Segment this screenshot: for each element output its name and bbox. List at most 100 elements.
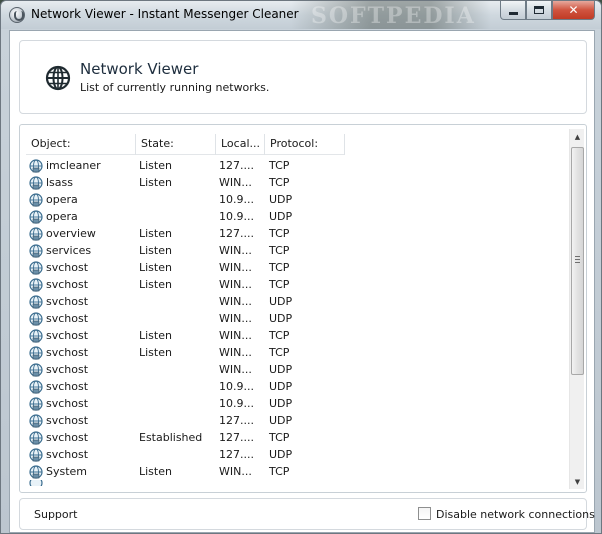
scrollbar-grip-icon	[575, 256, 580, 263]
column-header-state[interactable]: State:	[136, 134, 216, 155]
list-item[interactable]: svchost Listen WIN... TCP	[26, 259, 562, 276]
client-area: Network Viewer List of currently running…	[9, 30, 595, 533]
header-panel: Network Viewer List of currently running…	[19, 40, 587, 114]
list-item[interactable]: svchost Established 127.... TCP	[26, 429, 562, 446]
network-globe-icon	[29, 328, 43, 343]
network-globe-icon	[29, 226, 43, 241]
cell-protocol: UDP	[269, 363, 293, 376]
cell-object: System	[26, 464, 136, 479]
disable-network-label[interactable]: Disable network connections	[436, 508, 595, 521]
app-window: Network Viewer - Instant Messenger Clean…	[0, 0, 602, 534]
list-rows: imcleaner Listen 127.... TCP lsass Listen WIN.…	[26, 157, 562, 480]
close-button[interactable]: ✕	[552, 1, 595, 20]
network-globe-icon	[29, 243, 43, 258]
network-globe-icon	[29, 413, 43, 428]
list-item[interactable]: svchost 10.9... UDP	[26, 395, 562, 412]
network-globe-icon	[29, 192, 43, 207]
maximize-button[interactable]	[526, 1, 552, 20]
cell-protocol: UDP	[269, 193, 293, 206]
network-globe-icon	[29, 447, 43, 462]
title-bar[interactable]: Network Viewer - Instant Messenger Clean…	[1, 1, 601, 29]
list-item[interactable]: svchost WIN... UDP	[26, 361, 562, 378]
cell-local: WIN...	[219, 244, 252, 257]
object-name: System	[46, 465, 88, 478]
scroll-up-arrow-icon[interactable]: ▲	[570, 129, 585, 144]
network-globe-icon	[29, 209, 43, 224]
network-list[interactable]: Object: State: Local... Protocol: imclea…	[19, 124, 587, 493]
list-item[interactable]: svchost Listen WIN... TCP	[26, 344, 562, 361]
list-item[interactable]: svchost Listen WIN... TCP	[26, 327, 562, 344]
object-name: svchost	[46, 448, 89, 461]
cell-protocol: TCP	[269, 278, 290, 291]
cell-local: WIN...	[219, 346, 252, 359]
list-item[interactable]: opera 10.9... UDP	[26, 208, 562, 225]
cell-object: imcleaner	[26, 158, 136, 173]
cell-local: WIN...	[219, 363, 252, 376]
cell-protocol: TCP	[269, 261, 290, 274]
cell-protocol: TCP	[269, 159, 290, 172]
list-item[interactable]: svchost WIN... UDP	[26, 310, 562, 327]
network-globe-icon	[29, 379, 43, 394]
object-name: svchost	[46, 363, 89, 376]
cell-local: 10.9...	[219, 210, 254, 223]
list-rows-overflow	[26, 480, 562, 486]
cell-local: 127....	[219, 159, 254, 172]
network-globe-icon	[29, 396, 43, 411]
cell-protocol: TCP	[269, 346, 290, 359]
window-title: Network Viewer - Instant Messenger Clean…	[31, 7, 299, 21]
cell-object: svchost	[26, 294, 136, 309]
object-name: opera	[46, 193, 78, 206]
object-name: imcleaner	[46, 159, 101, 172]
cell-state: Listen	[139, 346, 172, 359]
object-name: svchost	[46, 278, 89, 291]
object-name: svchost	[46, 312, 89, 325]
cell-protocol: UDP	[269, 397, 293, 410]
minimize-button[interactable]	[500, 1, 526, 20]
list-item[interactable]: services Listen WIN... TCP	[26, 242, 562, 259]
cell-protocol: UDP	[269, 414, 293, 427]
support-link[interactable]: Support	[34, 508, 77, 521]
cell-protocol: TCP	[269, 431, 290, 444]
footer-panel: Support Disable network connections	[19, 498, 595, 530]
scrollbar-thumb[interactable]	[571, 147, 584, 375]
disable-network-checkbox[interactable]	[418, 507, 431, 520]
column-header-protocol[interactable]: Protocol:	[265, 134, 345, 155]
list-item[interactable]: svchost 127.... UDP	[26, 412, 562, 429]
list-item[interactable]: svchost Listen WIN... TCP	[26, 276, 562, 293]
list-item[interactable]: lsass Listen WIN... TCP	[26, 174, 562, 191]
cell-local: 127....	[219, 227, 254, 240]
object-name: svchost	[46, 329, 89, 342]
list-item[interactable]: System Listen WIN... TCP	[26, 463, 562, 480]
cell-state: Listen	[139, 244, 172, 257]
list-item[interactable]: imcleaner Listen 127.... TCP	[26, 157, 562, 174]
network-globe-icon	[29, 430, 43, 445]
cell-protocol: TCP	[269, 244, 290, 257]
cell-state: Listen	[139, 159, 172, 172]
list-item[interactable]: svchost WIN... UDP	[26, 293, 562, 310]
cell-object: svchost	[26, 345, 136, 360]
cell-local: WIN...	[219, 295, 252, 308]
object-name: services	[46, 244, 92, 257]
object-name: svchost	[46, 397, 89, 410]
cell-local: 10.9...	[219, 397, 254, 410]
cell-state: Established	[139, 431, 203, 444]
scroll-down-arrow-icon[interactable]: ▼	[570, 474, 585, 489]
cell-object: services	[26, 243, 136, 258]
network-globe-icon	[29, 480, 43, 486]
list-item[interactable]: svchost 127.... UDP	[26, 446, 562, 463]
list-item[interactable]: opera 10.9... UDP	[26, 191, 562, 208]
cell-local: WIN...	[219, 329, 252, 342]
object-name: svchost	[46, 414, 89, 427]
cell-local: 127....	[219, 448, 254, 461]
cell-local: 127....	[219, 414, 254, 427]
cell-local: WIN...	[219, 176, 252, 189]
network-globe-icon	[29, 277, 43, 292]
column-header-local[interactable]: Local...	[216, 134, 265, 155]
list-item[interactable]: overview Listen 127.... TCP	[26, 225, 562, 242]
object-name: opera	[46, 210, 78, 223]
app-icon[interactable]	[9, 7, 25, 23]
vertical-scrollbar[interactable]: ▲ ▼	[569, 129, 584, 489]
column-header-object[interactable]: Object:	[26, 134, 136, 155]
list-item[interactable]: svchost 10.9... UDP	[26, 378, 562, 395]
cell-protocol: TCP	[269, 465, 290, 478]
